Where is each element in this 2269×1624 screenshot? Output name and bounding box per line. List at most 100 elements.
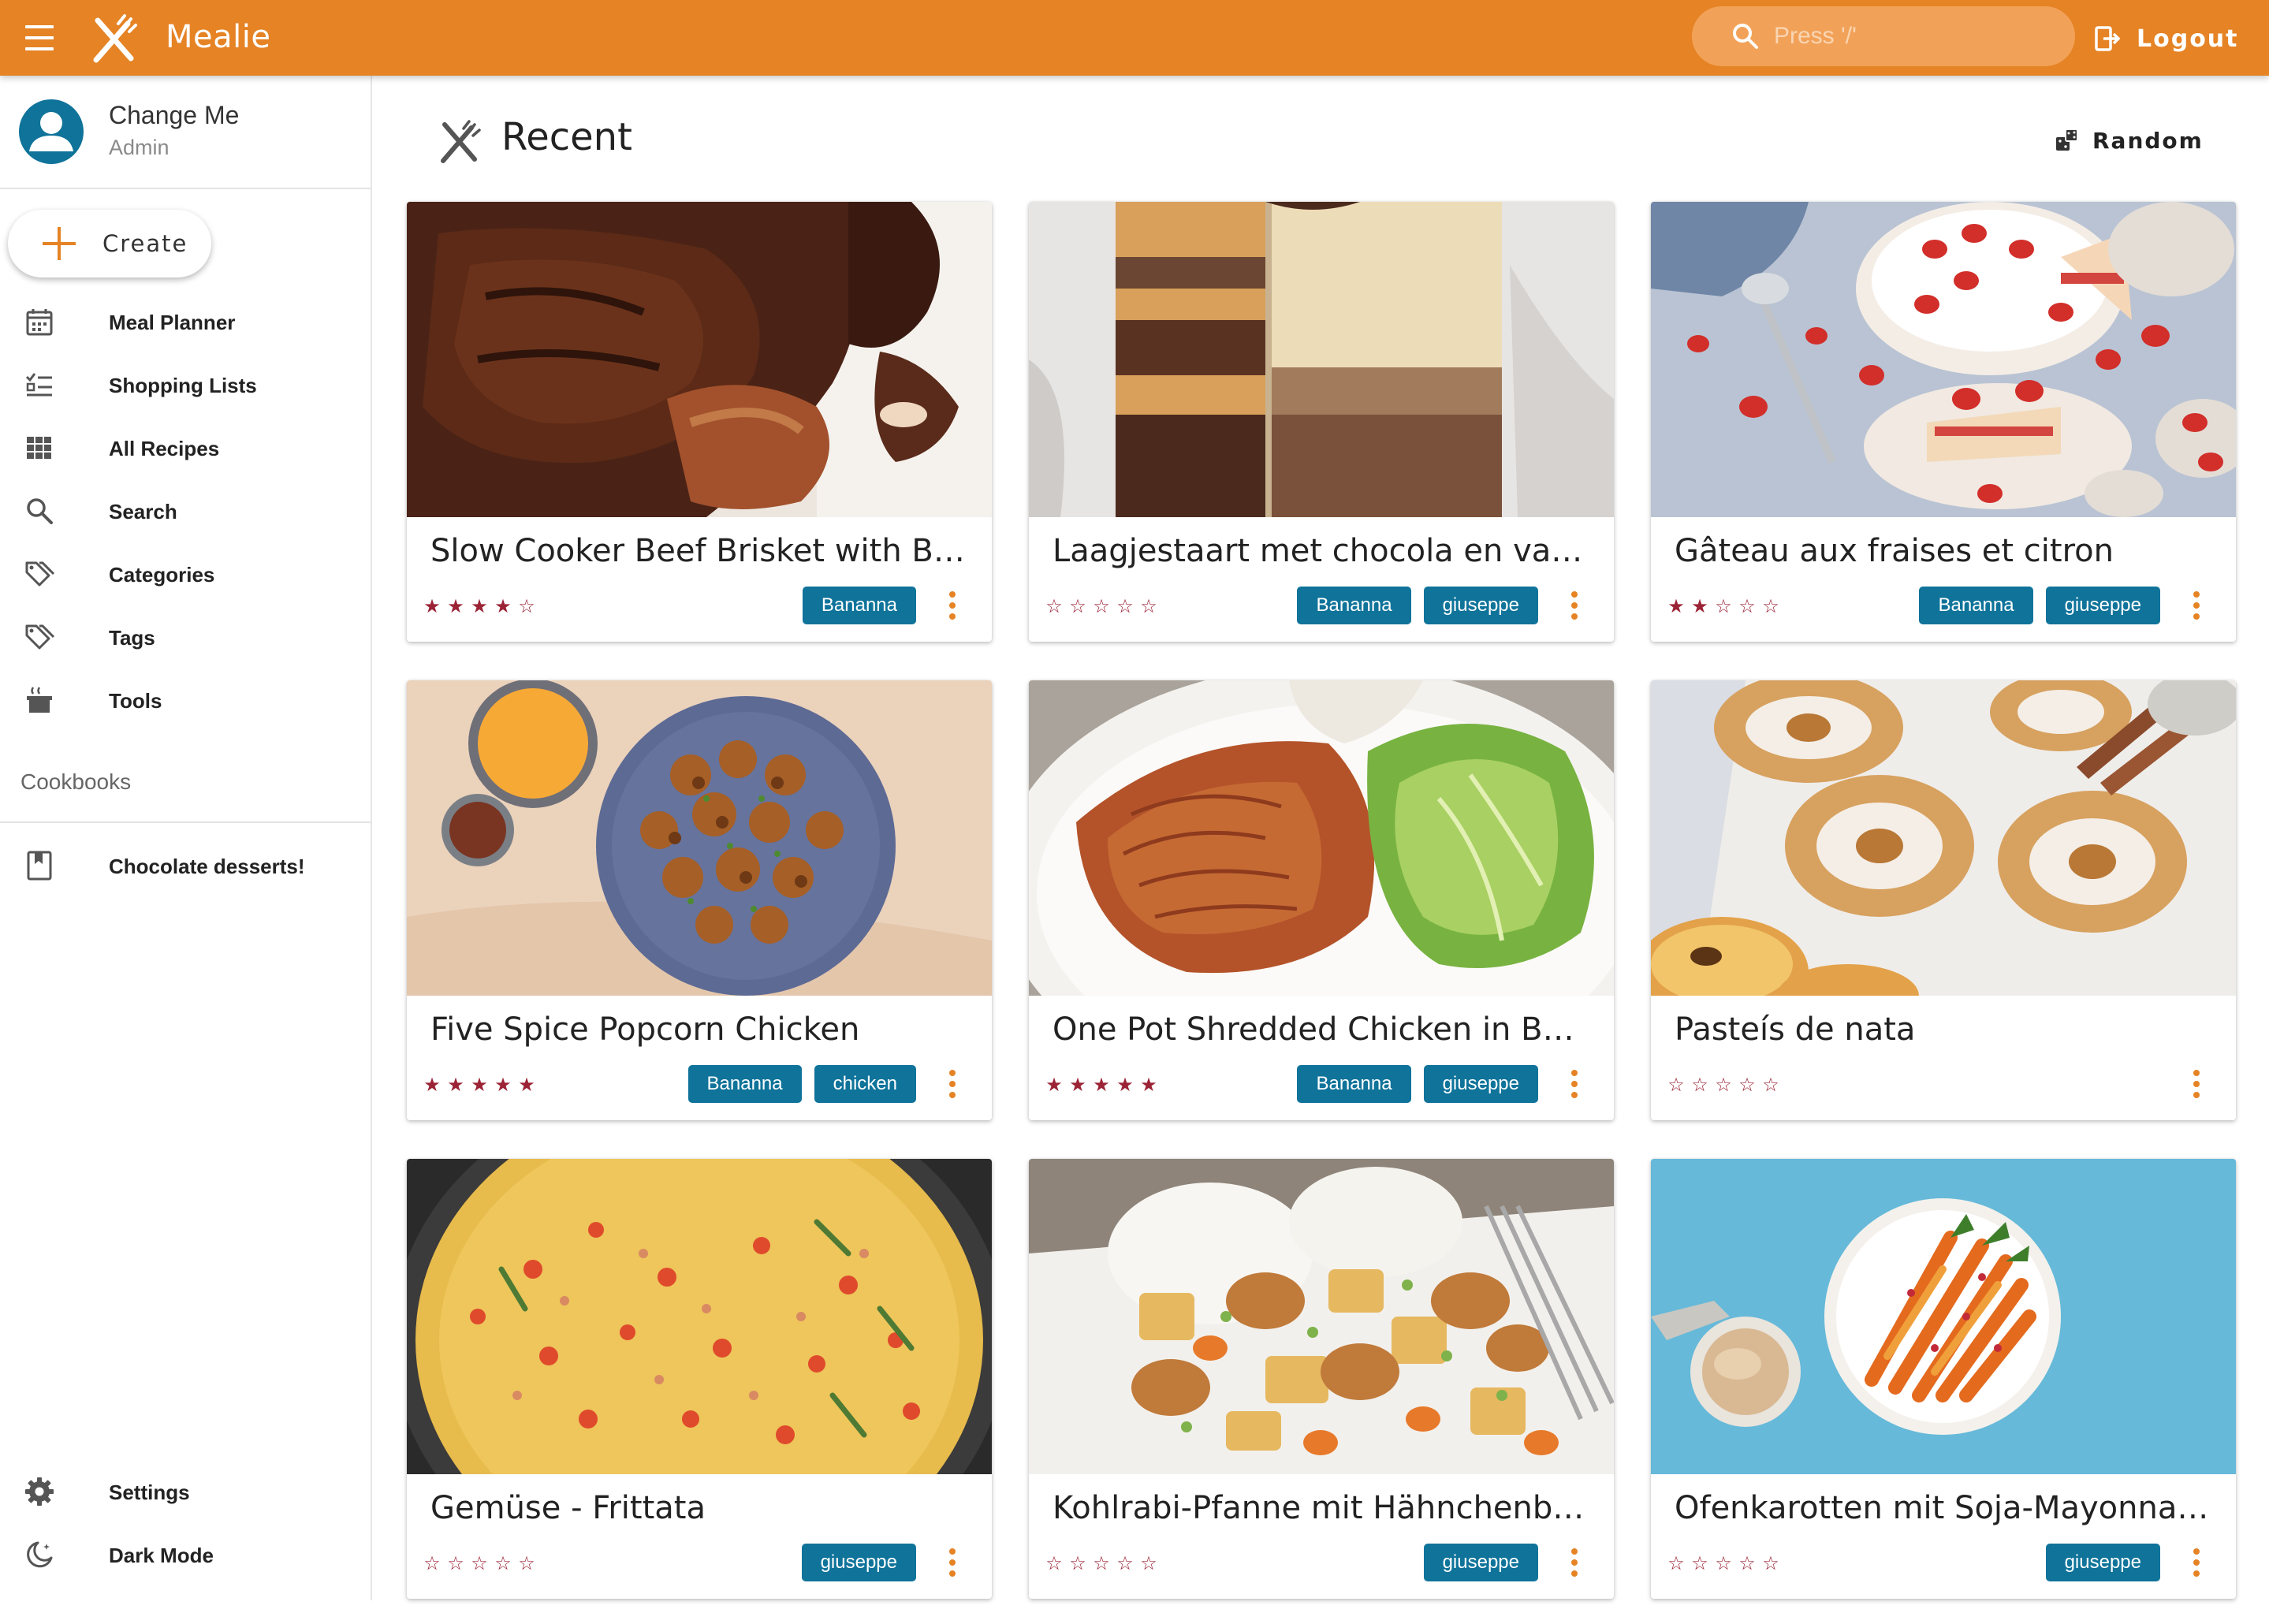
star-filled-icon[interactable]: ★ bbox=[494, 594, 512, 620]
tag-chip[interactable]: giuseppe bbox=[2045, 587, 2160, 624]
more-vertical-icon[interactable] bbox=[944, 1067, 960, 1101]
recipe-card[interactable]: Slow Cooker Beef Brisket with BBQ... ★ ★ ★… bbox=[407, 202, 992, 642]
star-outline-icon[interactable]: ☆ bbox=[1738, 594, 1757, 620]
recipe-card[interactable]: Ofenkarotten mit Soja-Mayonnaise ☆ ☆ ☆ ☆ ☆ g… bbox=[1651, 1159, 2236, 1599]
recipe-image[interactable] bbox=[1029, 202, 1614, 517]
tag-chip[interactable]: giuseppe bbox=[2045, 1544, 2160, 1581]
recipe-card[interactable]: Five Spice Popcorn Chicken ★ ★ ★ ★ ★ Bananna… bbox=[407, 680, 992, 1120]
tag-chip[interactable]: giuseppe bbox=[1423, 1544, 1538, 1581]
rating-stars[interactable]: ☆ ☆ ☆ ☆ ☆ bbox=[1045, 594, 1158, 620]
tag-chip[interactable]: giuseppe bbox=[801, 1544, 916, 1581]
user-block[interactable]: Change Me Admin bbox=[0, 76, 371, 189]
sidebar-item-meal-planner[interactable]: Meal Planner bbox=[0, 293, 371, 350]
search-box[interactable] bbox=[1692, 6, 2075, 66]
rating-stars[interactable]: ☆ ☆ ☆ ☆ ☆ bbox=[423, 1551, 536, 1577]
star-outline-icon[interactable]: ☆ bbox=[1761, 1073, 1780, 1098]
recipe-image[interactable] bbox=[407, 680, 992, 996]
star-outline-icon[interactable]: ☆ bbox=[1068, 1551, 1087, 1577]
recipe-image[interactable] bbox=[1651, 1159, 2236, 1474]
tag-chip[interactable]: giuseppe bbox=[1423, 1065, 1538, 1103]
app-title[interactable]: Mealie bbox=[166, 19, 270, 55]
recipe-title[interactable]: Kohlrabi-Pfanne mit Hähnchenbrust bbox=[1053, 1490, 1589, 1526]
star-filled-icon[interactable]: ★ bbox=[1092, 1073, 1111, 1098]
sidebar-item-chocolate-desserts[interactable]: Chocolate desserts! bbox=[0, 837, 371, 894]
tag-chip[interactable]: giuseppe bbox=[1423, 587, 1538, 624]
star-outline-icon[interactable]: ☆ bbox=[1714, 1551, 1733, 1577]
sidebar-item-tags[interactable]: Tags bbox=[0, 609, 371, 665]
star-outline-icon[interactable]: ☆ bbox=[494, 1551, 512, 1577]
create-button[interactable]: Create bbox=[8, 210, 211, 277]
star-outline-icon[interactable]: ☆ bbox=[1068, 594, 1087, 620]
search-input[interactable] bbox=[1774, 17, 2042, 55]
rating-stars[interactable]: ★ ★ ★ ★ ★ bbox=[1045, 1073, 1158, 1098]
star-outline-icon[interactable]: ☆ bbox=[1116, 594, 1134, 620]
more-vertical-icon[interactable] bbox=[1567, 1545, 1582, 1580]
rating-stars[interactable]: ☆ ☆ ☆ ☆ ☆ bbox=[1667, 1073, 1780, 1098]
star-filled-icon[interactable]: ★ bbox=[494, 1073, 512, 1098]
more-vertical-icon[interactable] bbox=[944, 588, 960, 623]
tag-chip[interactable]: Bananna bbox=[1919, 587, 2033, 624]
star-outline-icon[interactable]: ☆ bbox=[1045, 594, 1064, 620]
recipe-card[interactable]: Gâteau aux fraises et citron ★ ★ ☆ ☆ ☆ Banan… bbox=[1651, 202, 2236, 642]
star-outline-icon[interactable]: ☆ bbox=[1761, 594, 1780, 620]
recipe-image[interactable] bbox=[1651, 680, 2236, 996]
recipe-card[interactable]: Gemüse - Frittata ☆ ☆ ☆ ☆ ☆ giuseppe bbox=[407, 1159, 992, 1599]
star-outline-icon[interactable]: ☆ bbox=[1667, 1073, 1686, 1098]
tag-chip[interactable]: Bananna bbox=[687, 1065, 802, 1103]
recipe-title[interactable]: Gemüse - Frittata bbox=[430, 1490, 967, 1526]
recipe-card[interactable]: Pasteís de nata ☆ ☆ ☆ ☆ ☆ bbox=[1651, 680, 2236, 1120]
star-outline-icon[interactable]: ☆ bbox=[1738, 1073, 1757, 1098]
more-vertical-icon[interactable] bbox=[944, 1545, 960, 1580]
star-filled-icon[interactable]: ★ bbox=[1116, 1073, 1134, 1098]
star-outline-icon[interactable]: ☆ bbox=[446, 1551, 465, 1577]
random-button[interactable]: Random bbox=[2039, 118, 2202, 162]
star-filled-icon[interactable]: ★ bbox=[446, 1073, 465, 1098]
star-outline-icon[interactable]: ☆ bbox=[1139, 594, 1158, 620]
sidebar-item-categories[interactable]: Categories bbox=[0, 546, 371, 602]
sidebar-item-tools[interactable]: Tools bbox=[0, 672, 371, 728]
recipe-image[interactable] bbox=[1029, 1159, 1614, 1474]
star-outline-icon[interactable]: ☆ bbox=[1714, 594, 1733, 620]
star-filled-icon[interactable]: ★ bbox=[1667, 594, 1686, 620]
logout-button[interactable]: Logout bbox=[2089, 16, 2237, 60]
star-filled-icon[interactable]: ★ bbox=[1139, 1073, 1158, 1098]
tag-chip[interactable]: Bananna bbox=[1297, 587, 1411, 624]
star-outline-icon[interactable]: ☆ bbox=[1761, 1551, 1780, 1577]
recipe-card[interactable]: One Pot Shredded Chicken in Buffa... ★ ★ ★… bbox=[1029, 680, 1614, 1120]
star-outline-icon[interactable]: ☆ bbox=[1714, 1073, 1733, 1098]
star-filled-icon[interactable]: ★ bbox=[1068, 1073, 1087, 1098]
recipe-image[interactable] bbox=[407, 202, 992, 517]
star-filled-icon[interactable]: ★ bbox=[517, 1073, 536, 1098]
menu-icon[interactable] bbox=[17, 17, 61, 58]
recipe-title[interactable]: Five Spice Popcorn Chicken bbox=[430, 1011, 967, 1048]
more-vertical-icon[interactable] bbox=[1567, 588, 1582, 623]
recipe-title[interactable]: Laagjestaart met chocola en vanille bbox=[1053, 533, 1589, 569]
star-filled-icon[interactable]: ★ bbox=[1045, 1073, 1064, 1098]
sidebar-item-all-recipes[interactable]: All Recipes bbox=[0, 419, 371, 476]
star-outline-icon[interactable]: ☆ bbox=[1690, 1073, 1709, 1098]
sidebar-item-shopping-lists[interactable]: Shopping Lists bbox=[0, 356, 371, 413]
tag-chip[interactable]: chicken bbox=[814, 1065, 916, 1103]
rating-stars[interactable]: ★ ★ ☆ ☆ ☆ bbox=[1667, 594, 1780, 620]
star-outline-icon[interactable]: ☆ bbox=[423, 1551, 442, 1577]
recipe-title[interactable]: Gâteau aux fraises et citron bbox=[1675, 533, 2211, 569]
sidebar-item-settings[interactable]: Settings bbox=[0, 1463, 371, 1520]
avatar[interactable] bbox=[19, 99, 84, 164]
star-outline-icon[interactable]: ☆ bbox=[1738, 1551, 1757, 1577]
more-vertical-icon[interactable] bbox=[2189, 1067, 2204, 1101]
star-outline-icon[interactable]: ☆ bbox=[1690, 1551, 1709, 1577]
rating-stars[interactable]: ☆ ☆ ☆ ☆ ☆ bbox=[1667, 1551, 1780, 1577]
star-filled-icon[interactable]: ★ bbox=[1690, 594, 1709, 620]
star-outline-icon[interactable]: ☆ bbox=[1092, 594, 1111, 620]
tag-chip[interactable]: Bananna bbox=[1297, 1065, 1411, 1103]
recipe-image[interactable] bbox=[1651, 202, 2236, 517]
star-outline-icon[interactable]: ☆ bbox=[470, 1551, 489, 1577]
star-outline-icon[interactable]: ☆ bbox=[1045, 1551, 1064, 1577]
recipe-title[interactable]: Slow Cooker Beef Brisket with BBQ... bbox=[430, 533, 967, 569]
star-filled-icon[interactable]: ★ bbox=[423, 594, 442, 620]
more-vertical-icon[interactable] bbox=[2189, 1545, 2204, 1580]
rating-stars[interactable]: ☆ ☆ ☆ ☆ ☆ bbox=[1045, 1551, 1158, 1577]
more-vertical-icon[interactable] bbox=[2189, 588, 2204, 623]
recipe-image[interactable] bbox=[407, 1159, 992, 1474]
sidebar-item-search[interactable]: Search bbox=[0, 482, 371, 539]
